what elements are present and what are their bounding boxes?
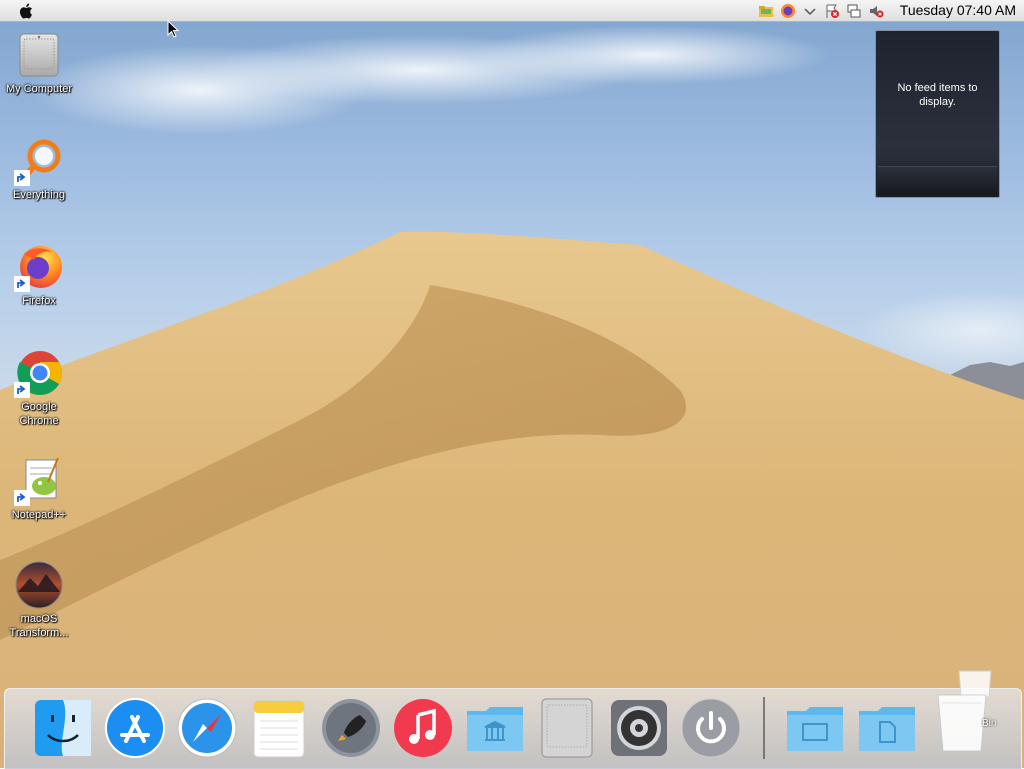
desktop-icon-notepad-plus-plus[interactable]: Notepad++ xyxy=(1,456,77,522)
apple-menu-icon[interactable] xyxy=(18,2,36,20)
desktop-icon-firefox[interactable]: Firefox xyxy=(1,242,77,308)
menubar-clock[interactable]: Tuesday 07:40 AM xyxy=(900,2,1016,18)
feed-widget-footer xyxy=(878,166,997,195)
network-icon[interactable] xyxy=(846,3,862,19)
system-preferences-icon[interactable] xyxy=(608,697,670,759)
desktop-wallpaper xyxy=(0,0,1024,768)
power-icon[interactable] xyxy=(680,697,742,759)
library-folder-icon[interactable] xyxy=(464,697,526,759)
documents-folder-icon[interactable] xyxy=(856,697,918,759)
mouse-cursor-icon xyxy=(167,19,180,42)
firefox-icon xyxy=(14,242,64,292)
desktop-icon-label: macOS Transform... xyxy=(9,613,69,639)
launchpad-icon[interactable] xyxy=(320,697,382,759)
shortcut-arrow-icon xyxy=(14,276,30,292)
desktop-icon-label: My Computer xyxy=(5,83,73,95)
shortcut-arrow-icon xyxy=(14,382,30,398)
computer-icon[interactable] xyxy=(536,697,598,759)
feed-widget[interactable]: No feed items to display. xyxy=(875,30,1000,198)
desktop-icon-macos-transformation[interactable]: macOS Transform... xyxy=(1,560,77,640)
macos-transformation-icon xyxy=(14,560,64,610)
app-store-icon[interactable] xyxy=(104,697,166,759)
desktop-icon-label: Everything xyxy=(13,189,65,201)
menu-bar: Tuesday 07:40 AM xyxy=(0,0,1024,22)
safari-icon[interactable] xyxy=(176,697,238,759)
desktop-icon-everything[interactable]: Everything xyxy=(1,136,77,202)
desktop-icon-label: Notepad++ xyxy=(11,509,67,521)
desktop-icon-label: Google Chrome xyxy=(19,401,59,427)
firefox-icon[interactable] xyxy=(780,3,796,19)
desktop-folder-icon[interactable] xyxy=(784,697,846,759)
everything-search-icon xyxy=(14,136,64,186)
system-tray xyxy=(758,3,884,19)
trash-label: Bin xyxy=(982,718,997,729)
flag-error-icon[interactable] xyxy=(824,3,840,19)
trash-icon[interactable] xyxy=(934,667,996,752)
feed-empty-message: No feed items to display. xyxy=(897,82,978,108)
computer-icon xyxy=(14,30,64,80)
folder-icon[interactable] xyxy=(758,3,774,19)
chevron-down-icon[interactable] xyxy=(802,3,818,19)
chrome-icon xyxy=(14,348,64,398)
volume-muted-icon[interactable] xyxy=(868,3,884,19)
notes-icon[interactable] xyxy=(248,697,310,759)
desktop-icon-label: Firefox xyxy=(22,295,56,307)
desktop-icon-my-computer[interactable]: My Computer xyxy=(1,30,77,96)
music-icon[interactable] xyxy=(392,697,454,759)
finder-icon[interactable] xyxy=(32,697,94,759)
shortcut-arrow-icon xyxy=(14,490,30,506)
dock-separator xyxy=(763,697,765,759)
desktop-icon-google-chrome[interactable]: Google Chrome xyxy=(1,348,77,428)
shortcut-arrow-icon xyxy=(14,170,30,186)
dock xyxy=(4,670,1022,769)
notepad-plus-plus-icon xyxy=(14,456,64,506)
